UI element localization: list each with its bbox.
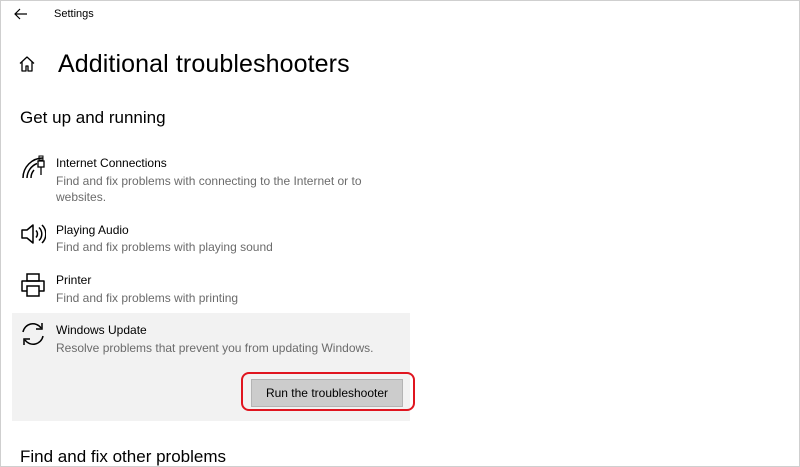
speaker-icon (19, 220, 47, 248)
home-icon (19, 56, 35, 72)
item-title: Internet Connections (56, 156, 167, 170)
page-title: Additional troubleshooters (58, 49, 350, 78)
run-troubleshooter-button[interactable]: Run the troubleshooter (251, 379, 403, 407)
item-playing-audio[interactable]: Playing Audio Find and fix problems with… (12, 217, 410, 261)
printer-icon (19, 271, 47, 299)
item-title: Windows Update (56, 323, 147, 337)
window-title: Settings (54, 8, 94, 20)
wifi-icon (19, 154, 47, 182)
item-title: Printer (56, 273, 92, 287)
item-title: Playing Audio (56, 223, 129, 237)
title-bar: Settings (0, 0, 800, 30)
item-printer[interactable]: Printer Find and fix problems with print… (12, 267, 410, 311)
back-arrow-icon (14, 8, 27, 20)
item-internet-connections[interactable]: Internet Connections Find and fix proble… (12, 150, 410, 208)
home-button[interactable] (18, 54, 38, 74)
page-header: Additional troubleshooters (18, 44, 350, 84)
item-description: Resolve problems that prevent you from u… (56, 341, 374, 355)
item-description: Find and fix problems with printing (56, 291, 239, 305)
section-title-find-fix: Find and fix other problems (20, 447, 226, 466)
item-description: Find and fix problems with playing sound (56, 240, 273, 254)
back-button[interactable] (8, 3, 34, 25)
refresh-icon (19, 320, 47, 348)
section-title-get-up: Get up and running (20, 108, 166, 127)
item-description: Find and fix problems with connecting to… (56, 174, 362, 204)
